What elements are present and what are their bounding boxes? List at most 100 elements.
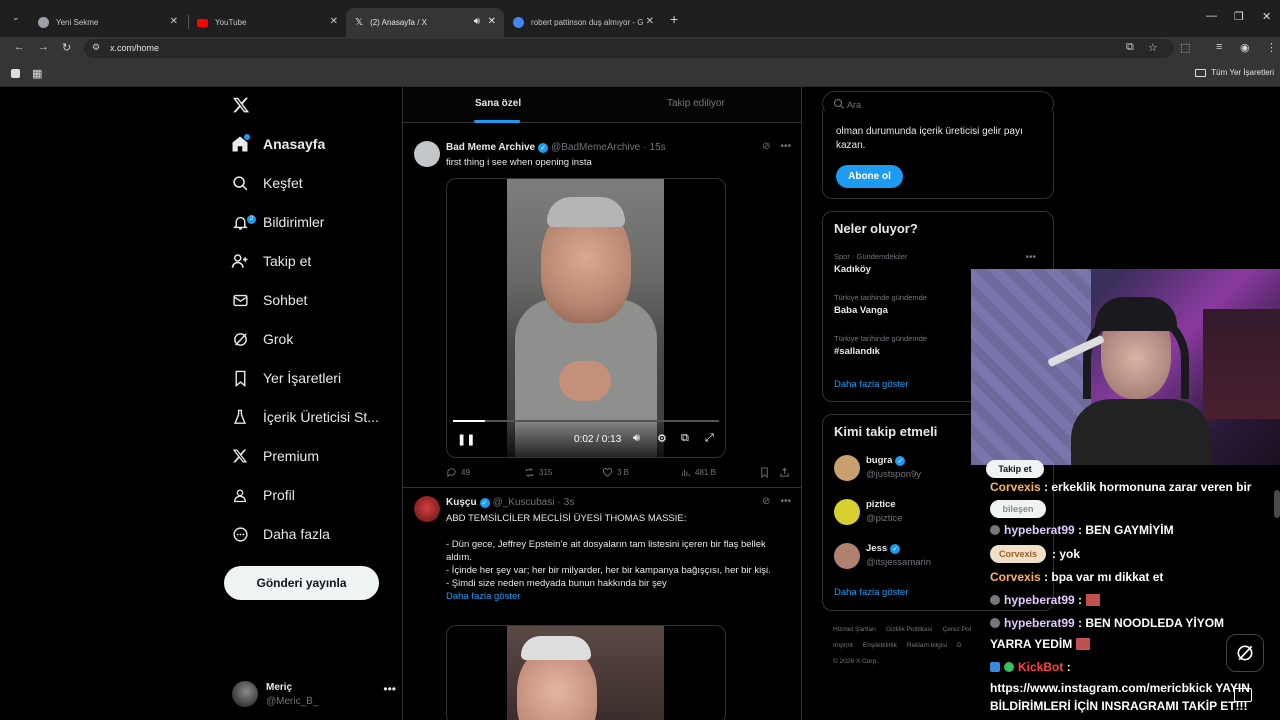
account-switcher[interactable]: Meriç @Meric_B_ ••• — [232, 679, 402, 709]
tab-new[interactable]: Yeni Sekme ✕ — [28, 8, 186, 37]
who-to-follow-show-more[interactable]: Daha fazla göster — [834, 587, 908, 598]
nav-follow[interactable]: Takip et — [224, 246, 311, 276]
tab-following[interactable]: Takip ediliyor — [667, 98, 725, 109]
grok-icon[interactable]: ⊘ — [762, 141, 770, 152]
avatar[interactable] — [414, 496, 440, 522]
youtube-icon — [197, 18, 208, 27]
profile-icon[interactable]: ◉ — [1240, 41, 1250, 54]
minimize-icon[interactable]: — — [1206, 10, 1217, 22]
grok-floating-button[interactable] — [1226, 634, 1264, 672]
volume-icon[interactable]: 🔊︎ — [633, 432, 640, 445]
footer-link[interactable]: Gizlilik Politikası — [886, 626, 933, 633]
trends-show-more[interactable]: Daha fazla göster — [834, 379, 908, 390]
nav-notifications[interactable]: 2 Bildirimler — [224, 207, 324, 237]
close-icon[interactable]: ✕ — [170, 16, 178, 27]
nav-home[interactable]: Anasayfa — [224, 129, 325, 159]
tweet-time[interactable]: 15s — [650, 142, 666, 153]
like-button[interactable]: 3 B — [602, 467, 629, 478]
close-icon[interactable]: ✕ — [488, 16, 496, 27]
tab-youtube[interactable]: YouTube ✕ — [188, 8, 346, 37]
author-name[interactable]: Bad Meme Archive — [446, 142, 535, 153]
author-handle[interactable]: @BadMemeArchive — [551, 142, 640, 153]
forward-icon[interactable]: → — [38, 41, 49, 53]
messages-icon[interactable] — [1234, 688, 1252, 702]
footer-link[interactable]: Çerez Pol — [943, 626, 972, 633]
chat-message-pill: bileşen — [990, 500, 1046, 518]
new-tab-icon[interactable]: + — [670, 11, 678, 27]
apps-grid-icon[interactable]: ▦ — [32, 67, 42, 80]
tweet[interactable]: Bad Meme Archive ✓ @BadMemeArchive · 15s… — [403, 133, 801, 488]
footer-link[interactable]: Reklam bilgisi — [907, 642, 947, 649]
nav-grok[interactable]: Grok — [224, 324, 293, 354]
repost-button[interactable]: 315 — [524, 467, 552, 478]
video-progress[interactable] — [453, 420, 719, 422]
speaker-icon[interactable]: 🔊︎ — [474, 16, 480, 27]
nav-premium[interactable]: Premium — [224, 441, 319, 471]
avatar[interactable] — [414, 141, 440, 167]
more-icon[interactable]: ••• — [780, 141, 791, 152]
tab-google[interactable]: robert pattinson duş almıyor - G ✕ — [504, 8, 662, 37]
tab-search-icon[interactable]: ⌄ — [12, 12, 20, 23]
subscribe-button[interactable]: Abone ol — [836, 165, 903, 188]
share-button[interactable] — [779, 467, 790, 478]
more-icon[interactable]: ••• — [1025, 252, 1036, 263]
grok-icon — [1237, 645, 1253, 661]
nav-more[interactable]: Daha fazla — [224, 519, 330, 549]
footer-link[interactable]: D — [957, 642, 962, 649]
media-icon[interactable]: ≡ — [1216, 41, 1222, 53]
footer-link[interactable]: Hizmet Şartları — [833, 626, 876, 633]
tab-x-home[interactable]: 𝕏 (2) Anasayfa / X 🔊︎ ✕ — [346, 8, 504, 37]
cast-icon[interactable]: ⧉ — [1126, 41, 1134, 54]
address-bar[interactable]: ⚙ x.com/home — [84, 39, 1174, 58]
author-handle[interactable]: @_Kuscubasi — [493, 497, 555, 508]
extensions-icon[interactable]: ⬚ — [1180, 41, 1190, 54]
footer-link[interactable]: Imprint — [833, 642, 853, 649]
reload-icon[interactable]: ↻ — [62, 41, 71, 54]
more-icon[interactable]: ••• — [780, 496, 791, 507]
nav-profile[interactable]: Profil — [224, 480, 295, 510]
pip-icon[interactable]: ⧉ — [681, 432, 689, 445]
show-more-link[interactable]: Daha fazla göster — [446, 590, 794, 603]
star-icon[interactable]: ☆ — [1148, 41, 1158, 54]
tweet-line: - Şimdi size neden medyada bunun hakkınd… — [446, 578, 667, 589]
avatar — [834, 543, 860, 569]
video-frame — [507, 179, 664, 457]
tweet-time[interactable]: 3s — [564, 497, 575, 508]
views-button[interactable]: 481 B — [680, 467, 716, 478]
close-icon[interactable]: ✕ — [330, 16, 338, 27]
window-close-icon[interactable]: ✕ — [1262, 10, 1271, 23]
post-button[interactable]: Gönderi yayınla — [224, 566, 379, 600]
tab-for-you[interactable]: Sana özel — [475, 98, 521, 109]
author-name[interactable]: Kuşçu — [446, 497, 477, 508]
tweet[interactable]: Kuşçu ✓ @_Kuscubasi · 3s ⊘ ••• ABD TEMSİ… — [403, 488, 801, 720]
bookmark-button[interactable] — [759, 467, 770, 478]
x-logo-icon[interactable] — [232, 95, 250, 115]
site-info-icon[interactable]: ⚙ — [92, 42, 100, 53]
nav-bookmarks[interactable]: Yer İşaretleri — [224, 363, 341, 393]
reply-button[interactable]: 49 — [446, 467, 470, 478]
nav-messages[interactable]: Sohbet — [224, 285, 307, 315]
page-scrollbar[interactable] — [1274, 490, 1280, 518]
bookmark-app-icon[interactable] — [11, 69, 20, 78]
footer-link[interactable]: Erişilebilirlik — [863, 642, 897, 649]
video-player[interactable]: ❚❚ 0:02 / 0:13 🔊︎ ⚙ ⧉ ⤢ — [446, 178, 726, 458]
back-icon[interactable]: ← — [14, 41, 25, 53]
settings-icon[interactable]: ⚙ — [657, 432, 667, 445]
menu-icon[interactable]: ⋮ — [1266, 41, 1277, 54]
grok-icon[interactable]: ⊘ — [762, 496, 770, 507]
nav-explore[interactable]: Keşfet — [224, 168, 303, 198]
more-icon[interactable]: ••• — [383, 682, 396, 696]
close-icon[interactable]: ✕ — [646, 16, 654, 27]
fullscreen-icon[interactable]: ⤢ — [705, 432, 714, 445]
repost-icon — [525, 468, 534, 477]
nav-creator-studio[interactable]: İçerik Üreticisi St... — [224, 402, 379, 432]
chat-message: BİLDİRİMLERİ İÇİN INSRAGRAMI TAKİP ET!!! — [990, 699, 1248, 713]
restore-icon[interactable]: ❐ — [1234, 10, 1244, 23]
follow-button[interactable]: Takip et — [986, 460, 1044, 478]
tweet-video[interactable] — [446, 625, 726, 720]
tweet-text: ABD TEMSİLCİLER MECLİSİ ÜYESİ THOMAS MAS… — [446, 512, 794, 603]
tweet-tools: ⊘ ••• — [762, 141, 791, 152]
pause-icon[interactable]: ❚❚ — [457, 433, 475, 446]
trends-title: Neler oluyor? — [834, 221, 918, 236]
all-bookmarks-folder[interactable]: Tüm Yer İşaretleri — [1195, 68, 1274, 77]
